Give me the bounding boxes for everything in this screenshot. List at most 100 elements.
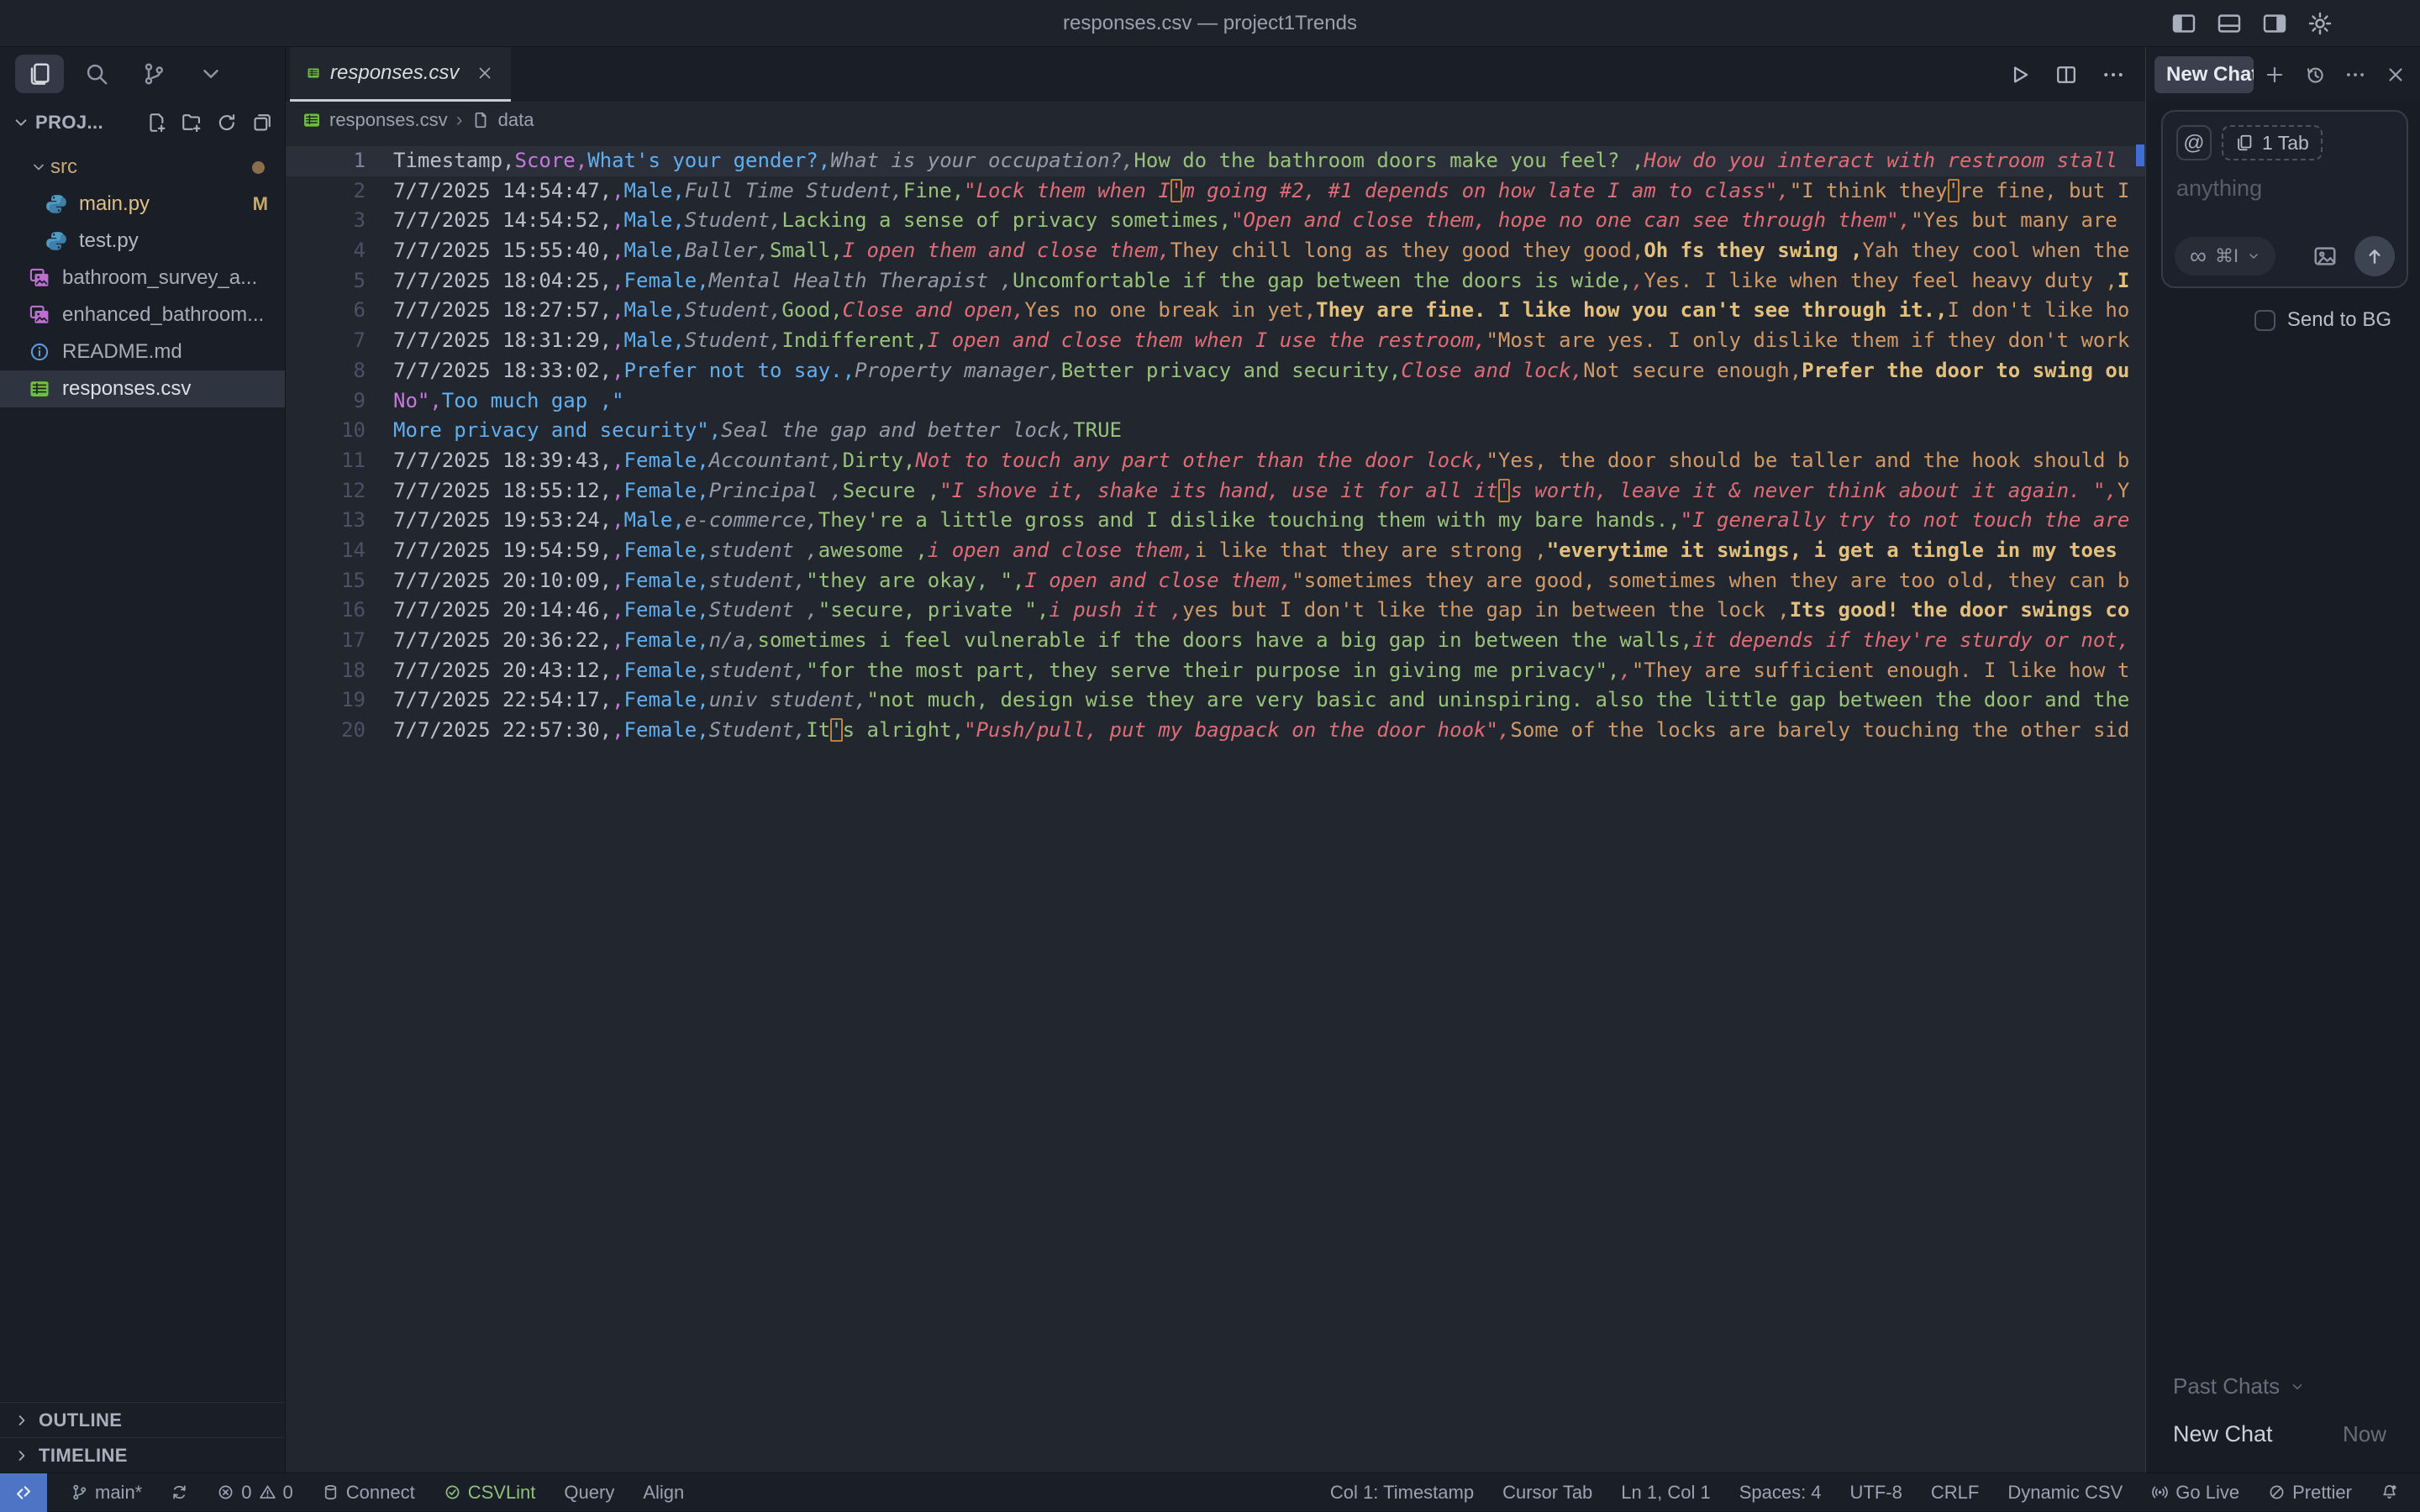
run-file-button[interactable] bbox=[2007, 63, 2031, 87]
activity-search[interactable] bbox=[72, 55, 121, 93]
search-icon bbox=[84, 61, 109, 87]
status-sync-changes[interactable] bbox=[171, 1483, 188, 1501]
toggle-bottom-panel-button[interactable] bbox=[2217, 11, 2242, 36]
code-line: 10More privacy and security",Seal the ga… bbox=[286, 416, 2145, 446]
status-csv-column[interactable]: Col 1: Timestamp bbox=[1330, 1482, 1474, 1504]
tree-item-file-main-py[interactable]: main.pyM bbox=[0, 186, 285, 223]
arrow-up-icon bbox=[2365, 246, 2385, 266]
breadcrumb-file[interactable]: responses.csv bbox=[329, 109, 448, 131]
chat-input-placeholder: anything bbox=[2176, 176, 2393, 202]
toggle-left-panel-button[interactable] bbox=[2171, 11, 2196, 36]
tree-item-file-responses-csv[interactable]: responses.csv bbox=[0, 370, 285, 407]
status-sql-connect[interactable]: Connect bbox=[322, 1482, 415, 1504]
remote-indicator[interactable] bbox=[0, 1473, 47, 1512]
tab-responses-csv[interactable]: responses.csv bbox=[290, 47, 511, 102]
status-indentation[interactable]: Spaces: 4 bbox=[1739, 1482, 1822, 1504]
code-editor[interactable]: 1Timestamp,Score,What's your gender?,Wha… bbox=[286, 139, 2145, 1473]
tree-item-file-readme[interactable]: README.md bbox=[0, 333, 285, 370]
chat-history-item[interactable]: New Chat Now bbox=[2146, 1399, 2420, 1473]
section-timeline[interactable]: TIMELINE bbox=[0, 1437, 285, 1473]
new-chat-icon bbox=[2264, 64, 2286, 86]
tree-item-file-enhanced-bathroom[interactable]: enhanced_bathroom... bbox=[0, 297, 285, 333]
attach-image-button[interactable] bbox=[2312, 244, 2338, 269]
activity-more-views[interactable] bbox=[187, 55, 235, 93]
git-branch-icon bbox=[71, 1483, 88, 1501]
image-file-icon bbox=[29, 267, 50, 289]
line-number: 9 bbox=[286, 386, 366, 417]
breadcrumb[interactable]: responses.csv › data bbox=[286, 102, 2145, 139]
chat-panel: New Chat @ 1 Tab anything ∞ ⌘I bbox=[2145, 47, 2420, 1473]
chat-history-button[interactable] bbox=[2304, 64, 2326, 86]
code-line: 1Timestamp,Score,What's your gender?,Wha… bbox=[286, 146, 2145, 176]
line-number: 17 bbox=[286, 626, 366, 656]
sql-connect-icon bbox=[322, 1483, 339, 1501]
code-line: 157/7/2025 20:10:09,,Female,student,"the… bbox=[286, 566, 2145, 596]
status-encoding[interactable]: UTF-8 bbox=[1850, 1482, 1902, 1504]
send-button[interactable] bbox=[2354, 236, 2395, 276]
chat-tab[interactable]: New Chat bbox=[2154, 56, 2254, 93]
scrollbar-thumb[interactable] bbox=[2136, 144, 2144, 166]
file-icon bbox=[471, 111, 490, 129]
past-chats-toggle[interactable]: Past Chats bbox=[2146, 1373, 2420, 1399]
chat-more-button[interactable] bbox=[2344, 64, 2366, 86]
status-notifications[interactable] bbox=[2381, 1483, 2398, 1501]
chat-close-button[interactable] bbox=[2385, 64, 2407, 86]
chevron-down-icon bbox=[27, 159, 50, 176]
image-file-icon bbox=[29, 304, 50, 326]
status-language-mode[interactable]: Dynamic CSV bbox=[2007, 1482, 2123, 1504]
chat-close-icon bbox=[2385, 64, 2407, 86]
refresh-explorer-icon[interactable] bbox=[216, 112, 238, 134]
editor-group: responses.csv responses.csv › data 1Time… bbox=[286, 47, 2145, 1473]
explorer-title: PROJ... bbox=[35, 112, 103, 134]
collapse-folders-icon[interactable] bbox=[251, 112, 273, 134]
tree-item-folder-src[interactable]: src bbox=[0, 149, 285, 186]
context-chip[interactable]: 1 Tab bbox=[2222, 125, 2323, 160]
activity-source-control[interactable] bbox=[129, 55, 178, 93]
tree-item-file-test-py[interactable]: test.py bbox=[0, 223, 285, 260]
status-cursor-tab[interactable]: Cursor Tab bbox=[1502, 1482, 1592, 1504]
code-line: 47/7/2025 15:55:40,,Male,Baller,Small,I … bbox=[286, 236, 2145, 266]
mention-button[interactable]: @ bbox=[2176, 125, 2212, 160]
code-line: 87/7/2025 18:33:02,,Prefer not to say.,P… bbox=[286, 356, 2145, 386]
workbench: PROJ... srcmain.pyMtest.pybathroom_surve… bbox=[0, 47, 2420, 1473]
status-query[interactable]: Query bbox=[564, 1482, 614, 1504]
chevron-down-icon bbox=[2290, 1379, 2305, 1394]
line-number: 7 bbox=[286, 326, 366, 356]
new-chat-button[interactable] bbox=[2264, 64, 2286, 86]
status-prettier[interactable]: Prettier bbox=[2268, 1482, 2352, 1504]
breadcrumb-node[interactable]: data bbox=[498, 109, 534, 131]
section-outline[interactable]: OUTLINE bbox=[0, 1402, 285, 1437]
status-align[interactable]: Align bbox=[643, 1482, 684, 1504]
model-mode-selector[interactable]: ∞ ⌘I bbox=[2175, 237, 2275, 276]
chat-input-box[interactable]: @ 1 Tab anything ∞ ⌘I bbox=[2161, 110, 2408, 288]
more-views-icon bbox=[198, 61, 224, 87]
status-git-branch[interactable]: main* bbox=[71, 1482, 142, 1504]
settings-button[interactable] bbox=[2307, 11, 2333, 36]
send-to-bg-checkbox[interactable] bbox=[2254, 310, 2275, 331]
window-title: responses.csv — project1Trends bbox=[1063, 12, 1357, 35]
run-file-icon bbox=[2007, 63, 2031, 87]
prettier-icon bbox=[2268, 1483, 2286, 1501]
status-problems[interactable]: 00 bbox=[217, 1482, 293, 1504]
status-csvlint[interactable]: CSVLint bbox=[444, 1482, 536, 1504]
activity-explorer[interactable] bbox=[15, 55, 64, 93]
chat-tab-label: New Chat bbox=[2166, 63, 2254, 87]
code-line: 57/7/2025 18:04:25,,Female,Mental Health… bbox=[286, 266, 2145, 297]
chat-more-icon bbox=[2344, 64, 2366, 86]
new-folder-icon[interactable] bbox=[181, 112, 203, 134]
tree-item-file-bathroom-survey[interactable]: bathroom_survey_a... bbox=[0, 260, 285, 297]
close-icon[interactable] bbox=[476, 64, 494, 82]
chevron-down-icon[interactable] bbox=[12, 113, 30, 132]
status-eol[interactable]: CRLF bbox=[1931, 1482, 1979, 1504]
explorer-icon bbox=[27, 61, 52, 87]
split-editor-button[interactable] bbox=[2054, 63, 2078, 87]
status-go-live[interactable]: Go Live bbox=[2151, 1482, 2239, 1504]
status-cursor-position[interactable]: Ln 1, Col 1 bbox=[1621, 1482, 1710, 1504]
new-file-icon[interactable] bbox=[145, 112, 167, 134]
toggle-right-panel-button[interactable] bbox=[2262, 11, 2287, 36]
code-line: 187/7/2025 20:43:12,,Female,student,"for… bbox=[286, 656, 2145, 686]
line-number: 10 bbox=[286, 416, 366, 446]
editor-more-button[interactable] bbox=[2102, 63, 2125, 87]
code-line: 147/7/2025 19:54:59,,Female,student ,awe… bbox=[286, 536, 2145, 566]
code-line: 37/7/2025 14:54:52,,Male,Student,Lacking… bbox=[286, 206, 2145, 236]
